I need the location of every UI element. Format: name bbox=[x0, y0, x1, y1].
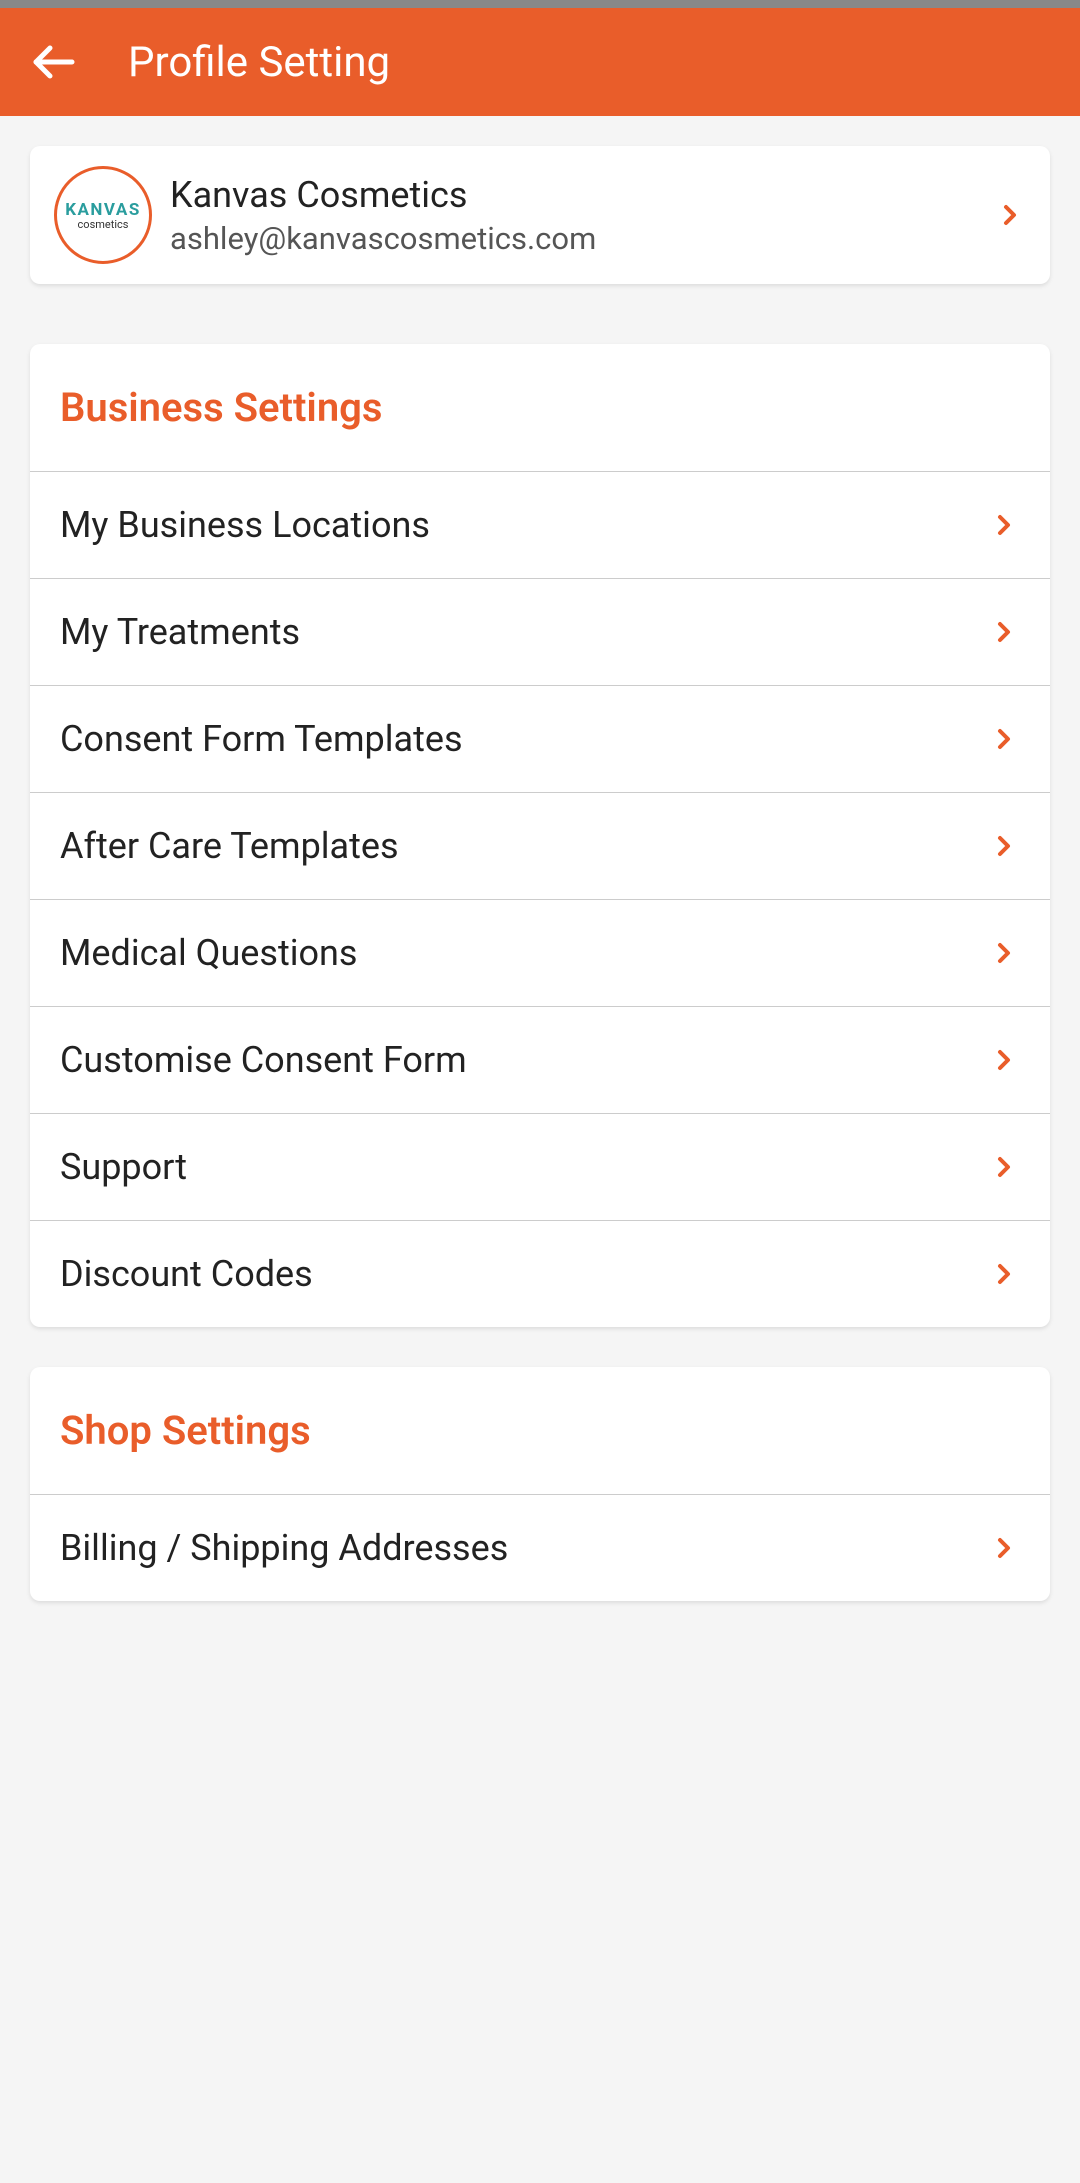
chevron-right-icon bbox=[988, 1044, 1020, 1076]
section-title-shop: Shop Settings bbox=[60, 1407, 1020, 1454]
arrow-left-icon bbox=[30, 38, 78, 86]
chevron-right-icon bbox=[988, 830, 1020, 862]
menu-item-support[interactable]: Support bbox=[30, 1114, 1050, 1221]
shop-settings-section: Shop Settings Billing / Shipping Address… bbox=[30, 1367, 1050, 1601]
menu-item-business-locations[interactable]: My Business Locations bbox=[30, 472, 1050, 579]
menu-item-discount-codes[interactable]: Discount Codes bbox=[30, 1221, 1050, 1327]
menu-item-medical-questions[interactable]: Medical Questions bbox=[30, 900, 1050, 1007]
chevron-right-icon bbox=[988, 1258, 1020, 1290]
menu-item-label: Consent Form Templates bbox=[60, 718, 463, 760]
profile-card[interactable]: KANVAS cosmetics Kanvas Cosmetics ashley… bbox=[30, 146, 1050, 284]
section-header-shop: Shop Settings bbox=[30, 1367, 1050, 1495]
menu-item-my-treatments[interactable]: My Treatments bbox=[30, 579, 1050, 686]
menu-item-consent-form-templates[interactable]: Consent Form Templates bbox=[30, 686, 1050, 793]
menu-item-label: My Business Locations bbox=[60, 504, 430, 546]
profile-info: Kanvas Cosmetics ashley@kanvascosmetics.… bbox=[170, 174, 994, 257]
chevron-right-icon bbox=[988, 723, 1020, 755]
menu-item-label: Customise Consent Form bbox=[60, 1039, 467, 1081]
chevron-right-icon bbox=[988, 509, 1020, 541]
profile-name: Kanvas Cosmetics bbox=[170, 174, 994, 216]
chevron-right-icon bbox=[994, 199, 1026, 231]
chevron-right-icon bbox=[988, 1532, 1020, 1564]
app-header: Profile Setting bbox=[0, 8, 1080, 116]
business-settings-section: Business Settings My Business Locations … bbox=[30, 344, 1050, 1327]
menu-item-label: After Care Templates bbox=[60, 825, 399, 867]
chevron-right-icon bbox=[988, 616, 1020, 648]
avatar-logo-sub: cosmetics bbox=[78, 218, 129, 231]
profile-email: ashley@kanvascosmetics.com bbox=[170, 220, 994, 257]
menu-item-label: My Treatments bbox=[60, 611, 300, 653]
back-button[interactable] bbox=[30, 38, 78, 86]
menu-item-label: Support bbox=[60, 1146, 187, 1188]
menu-item-label: Discount Codes bbox=[60, 1253, 313, 1295]
status-bar bbox=[0, 0, 1080, 8]
menu-item-customise-consent-form[interactable]: Customise Consent Form bbox=[30, 1007, 1050, 1114]
chevron-right-icon bbox=[988, 937, 1020, 969]
content-area: KANVAS cosmetics Kanvas Cosmetics ashley… bbox=[0, 116, 1080, 1671]
page-title: Profile Setting bbox=[128, 38, 390, 87]
section-header-business: Business Settings bbox=[30, 344, 1050, 472]
menu-item-after-care-templates[interactable]: After Care Templates bbox=[30, 793, 1050, 900]
menu-item-label: Medical Questions bbox=[60, 932, 358, 974]
avatar: KANVAS cosmetics bbox=[54, 166, 152, 264]
chevron-right-icon bbox=[988, 1151, 1020, 1183]
avatar-logo-main: KANVAS bbox=[65, 200, 141, 220]
menu-item-billing-shipping[interactable]: Billing / Shipping Addresses bbox=[30, 1495, 1050, 1601]
section-title-business: Business Settings bbox=[60, 384, 1020, 431]
menu-item-label: Billing / Shipping Addresses bbox=[60, 1527, 508, 1569]
